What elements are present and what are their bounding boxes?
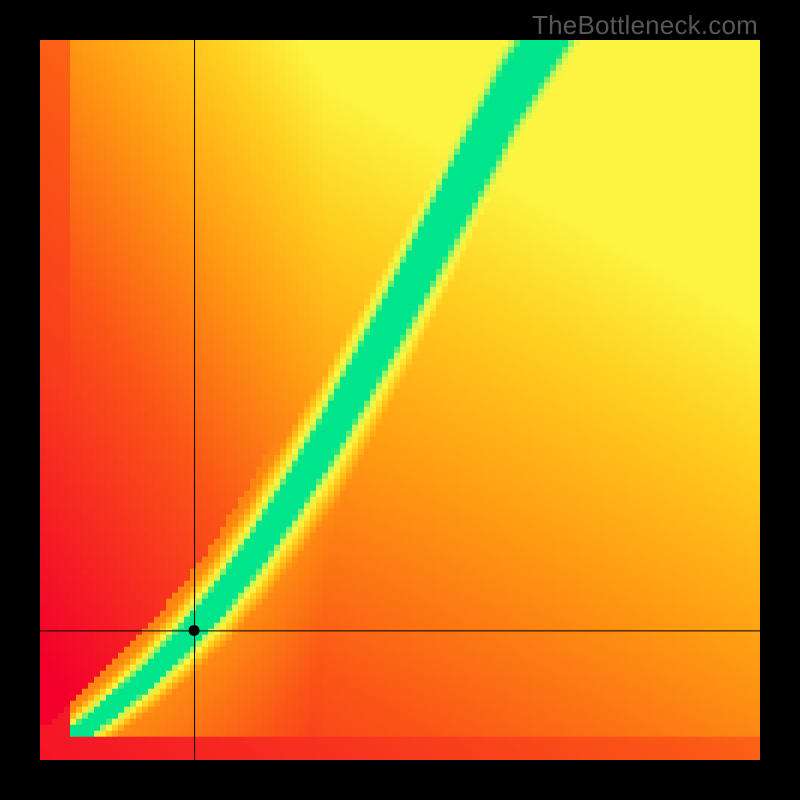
plot-area (40, 40, 760, 760)
chart-frame: TheBottleneck.com (0, 0, 800, 800)
watermark-label: TheBottleneck.com (532, 10, 758, 41)
heatmap-canvas (40, 40, 760, 760)
